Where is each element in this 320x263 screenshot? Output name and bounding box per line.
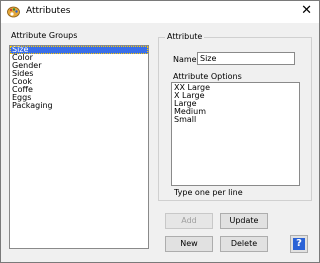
- attribute-options-label: Attribute Options: [173, 72, 242, 81]
- app-icon: [7, 6, 20, 18]
- name-field[interactable]: Size: [197, 52, 295, 65]
- options-hint: Type one per line: [174, 188, 243, 197]
- delete-button[interactable]: Delete: [220, 236, 268, 252]
- add-button[interactable]: Add: [165, 213, 213, 229]
- attribute-groups-list[interactable]: Size Color Gender Sides Cook Coffe Eggs Packagi…: [9, 45, 149, 249]
- close-icon[interactable]: ✕: [301, 3, 312, 19]
- update-button[interactable]: Update: [220, 213, 268, 229]
- window-title: Attributes: [26, 6, 71, 16]
- attributes-window: Attributes ✕ Attribute Groups Size Color G…: [0, 0, 320, 263]
- attribute-section-label: Attribute: [165, 32, 205, 41]
- attribute-groups-label: Attribute Groups: [11, 31, 78, 40]
- new-button[interactable]: New: [165, 236, 213, 252]
- help-icon: ?: [293, 238, 305, 250]
- attribute-option-line: Small: [174, 115, 197, 124]
- group-list-item[interactable]: Packaging: [10, 102, 148, 110]
- attribute-options-textarea[interactable]: XX Large X Large Large Medium Small: [171, 82, 300, 186]
- name-label: Name: [173, 55, 197, 64]
- help-button[interactable]: ?: [290, 235, 308, 253]
- title-bar[interactable]: Attributes ✕: [1, 1, 319, 23]
